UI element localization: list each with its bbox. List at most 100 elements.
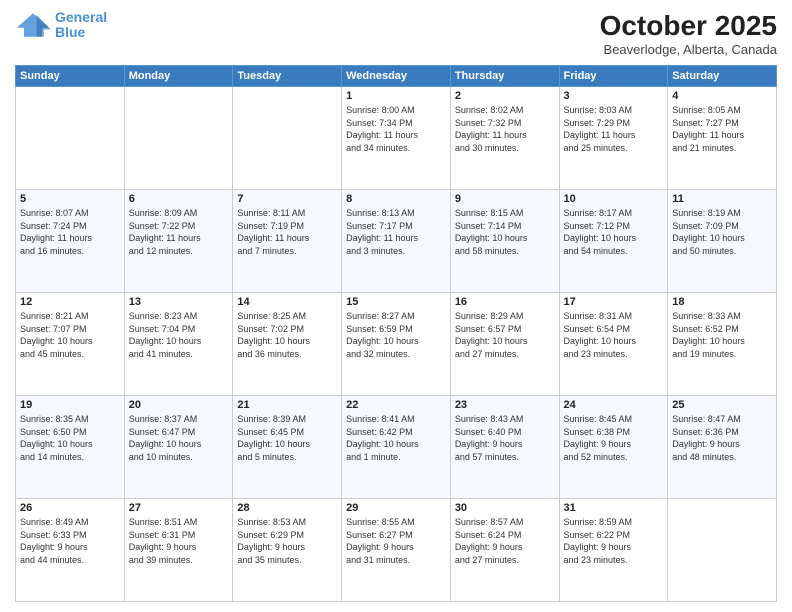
day-info: Sunrise: 8:23 AM Sunset: 7:04 PM Dayligh…	[129, 310, 229, 360]
empty-cell	[233, 87, 342, 190]
empty-cell	[668, 499, 777, 602]
day-number: 28	[237, 502, 337, 514]
day-info: Sunrise: 8:35 AM Sunset: 6:50 PM Dayligh…	[20, 413, 120, 463]
calendar-day-30: 30Sunrise: 8:57 AM Sunset: 6:24 PM Dayli…	[450, 499, 559, 602]
day-number: 20	[129, 399, 229, 411]
day-info: Sunrise: 8:02 AM Sunset: 7:32 PM Dayligh…	[455, 104, 555, 154]
day-number: 4	[672, 90, 772, 102]
day-number: 22	[346, 399, 446, 411]
day-info: Sunrise: 8:27 AM Sunset: 6:59 PM Dayligh…	[346, 310, 446, 360]
calendar-day-23: 23 Sunrise: 8:43 AM Sunset: 6:40 PM Dayli…	[450, 396, 559, 499]
calendar-week-1: 1 Sunrise: 8:00 AM Sunset: 7:34 PM Daylig…	[16, 87, 777, 190]
day-number: 15	[346, 296, 446, 308]
month-title: October 2025	[600, 10, 777, 42]
day-info: Sunrise: 8:37 AM Sunset: 6:47 PM Dayligh…	[129, 413, 229, 463]
day-info: Sunrise: 8:55 AM Sunset: 6:27 PM Dayligh…	[346, 516, 446, 566]
day-info: Sunrise: 8:31 AM Sunset: 6:54 PM Dayligh…	[564, 310, 664, 360]
day-info: Sunrise: 8:21 AM Sunset: 7:07 PM Dayligh…	[20, 310, 120, 360]
logo-icon	[15, 11, 51, 39]
page: General Blue October 2025 Beaverlodge, A…	[0, 0, 792, 612]
calendar-day-18: 18 Sunrise: 8:33 AM Sunset: 6:52 PM Dayli…	[668, 293, 777, 396]
calendar-week-3: 12 Sunrise: 8:21 AM Sunset: 7:07 PM Dayli…	[16, 293, 777, 396]
day-number: 14	[237, 296, 337, 308]
calendar-day-17: 17 Sunrise: 8:31 AM Sunset: 6:54 PM Dayli…	[559, 293, 668, 396]
day-number: 19	[20, 399, 120, 411]
calendar-day-21: 21 Sunrise: 8:39 AM Sunset: 6:45 PM Dayli…	[233, 396, 342, 499]
day-number: 18	[672, 296, 772, 308]
day-info: Sunrise: 8:05 AM Sunset: 7:27 PM Dayligh…	[672, 104, 772, 154]
day-number: 23	[455, 399, 555, 411]
day-number: 13	[129, 296, 229, 308]
weekday-header-thursday: Thursday	[450, 66, 559, 87]
calendar-day-24: 24 Sunrise: 8:45 AM Sunset: 6:38 PM Dayli…	[559, 396, 668, 499]
weekday-header-row: SundayMondayTuesdayWednesdayThursdayFrid…	[16, 66, 777, 87]
weekday-header-tuesday: Tuesday	[233, 66, 342, 87]
calendar-day-7: 7 Sunrise: 8:11 AM Sunset: 7:19 PM Daylig…	[233, 190, 342, 293]
day-info: Sunrise: 8:51 AM Sunset: 6:31 PM Dayligh…	[129, 516, 229, 566]
day-number: 26	[20, 502, 120, 514]
day-info: Sunrise: 8:39 AM Sunset: 6:45 PM Dayligh…	[237, 413, 337, 463]
day-info: Sunrise: 8:33 AM Sunset: 6:52 PM Dayligh…	[672, 310, 772, 360]
day-info: Sunrise: 8:43 AM Sunset: 6:40 PM Dayligh…	[455, 413, 555, 463]
day-info: Sunrise: 8:00 AM Sunset: 7:34 PM Dayligh…	[346, 104, 446, 154]
weekday-header-monday: Monday	[124, 66, 233, 87]
day-info: Sunrise: 8:13 AM Sunset: 7:17 PM Dayligh…	[346, 207, 446, 257]
day-info: Sunrise: 8:17 AM Sunset: 7:12 PM Dayligh…	[564, 207, 664, 257]
day-number: 7	[237, 193, 337, 205]
calendar-week-2: 5 Sunrise: 8:07 AM Sunset: 7:24 PM Daylig…	[16, 190, 777, 293]
calendar-day-4: 4 Sunrise: 8:05 AM Sunset: 7:27 PM Daylig…	[668, 87, 777, 190]
calendar-day-3: 3 Sunrise: 8:03 AM Sunset: 7:29 PM Daylig…	[559, 87, 668, 190]
day-info: Sunrise: 8:53 AM Sunset: 6:29 PM Dayligh…	[237, 516, 337, 566]
calendar-day-29: 29 Sunrise: 8:55 AM Sunset: 6:27 PM Dayli…	[342, 499, 451, 602]
day-number: 6	[129, 193, 229, 205]
header: General Blue October 2025 Beaverlodge, A…	[15, 10, 777, 57]
day-number: 2	[455, 90, 555, 102]
calendar-day-12: 12 Sunrise: 8:21 AM Sunset: 7:07 PM Dayli…	[16, 293, 125, 396]
calendar-day-20: 20 Sunrise: 8:37 AM Sunset: 6:47 PM Dayli…	[124, 396, 233, 499]
day-number: 3	[564, 90, 664, 102]
calendar-day-2: 2 Sunrise: 8:02 AM Sunset: 7:32 PM Daylig…	[450, 87, 559, 190]
day-info: Sunrise: 8:29 AM Sunset: 6:57 PM Dayligh…	[455, 310, 555, 360]
calendar-day-13: 13 Sunrise: 8:23 AM Sunset: 7:04 PM Dayli…	[124, 293, 233, 396]
day-number: 27	[129, 502, 229, 514]
calendar-day-11: 11 Sunrise: 8:19 AM Sunset: 7:09 PM Dayli…	[668, 190, 777, 293]
day-info: Sunrise: 8:19 AM Sunset: 7:09 PM Dayligh…	[672, 207, 772, 257]
logo-blue: Blue	[55, 24, 85, 40]
empty-cell	[124, 87, 233, 190]
calendar-day-1: 1 Sunrise: 8:00 AM Sunset: 7:34 PM Daylig…	[342, 87, 451, 190]
day-number: 9	[455, 193, 555, 205]
day-info: Sunrise: 8:41 AM Sunset: 6:42 PM Dayligh…	[346, 413, 446, 463]
day-number: 30	[455, 502, 555, 514]
calendar-day-5: 5 Sunrise: 8:07 AM Sunset: 7:24 PM Daylig…	[16, 190, 125, 293]
day-info: Sunrise: 8:09 AM Sunset: 7:22 PM Dayligh…	[129, 207, 229, 257]
day-info: Sunrise: 8:45 AM Sunset: 6:38 PM Dayligh…	[564, 413, 664, 463]
calendar-day-25: 25 Sunrise: 8:47 AM Sunset: 6:36 PM Dayli…	[668, 396, 777, 499]
day-number: 10	[564, 193, 664, 205]
empty-cell	[16, 87, 125, 190]
calendar-day-22: 22 Sunrise: 8:41 AM Sunset: 6:42 PM Dayli…	[342, 396, 451, 499]
day-number: 17	[564, 296, 664, 308]
calendar-day-28: 28 Sunrise: 8:53 AM Sunset: 6:29 PM Dayli…	[233, 499, 342, 602]
day-number: 5	[20, 193, 120, 205]
day-info: Sunrise: 8:59 AM Sunset: 6:22 PM Dayligh…	[564, 516, 664, 566]
day-number: 25	[672, 399, 772, 411]
day-info: Sunrise: 8:47 AM Sunset: 6:36 PM Dayligh…	[672, 413, 772, 463]
day-number: 1	[346, 90, 446, 102]
day-info: Sunrise: 8:11 AM Sunset: 7:19 PM Dayligh…	[237, 207, 337, 257]
day-number: 11	[672, 193, 772, 205]
calendar-day-9: 9Sunrise: 8:15 AM Sunset: 7:14 PM Daylig…	[450, 190, 559, 293]
calendar-week-5: 26Sunrise: 8:49 AM Sunset: 6:33 PM Dayli…	[16, 499, 777, 602]
day-number: 21	[237, 399, 337, 411]
weekday-header-sunday: Sunday	[16, 66, 125, 87]
weekday-header-wednesday: Wednesday	[342, 66, 451, 87]
day-info: Sunrise: 8:07 AM Sunset: 7:24 PM Dayligh…	[20, 207, 120, 257]
calendar-day-26: 26Sunrise: 8:49 AM Sunset: 6:33 PM Dayli…	[16, 499, 125, 602]
day-number: 24	[564, 399, 664, 411]
day-number: 29	[346, 502, 446, 514]
calendar-day-19: 19 Sunrise: 8:35 AM Sunset: 6:50 PM Dayli…	[16, 396, 125, 499]
title-block: October 2025 Beaverlodge, Alberta, Canad…	[600, 10, 777, 57]
day-info: Sunrise: 8:03 AM Sunset: 7:29 PM Dayligh…	[564, 104, 664, 154]
calendar-day-10: 10 Sunrise: 8:17 AM Sunset: 7:12 PM Dayli…	[559, 190, 668, 293]
day-number: 12	[20, 296, 120, 308]
calendar-day-15: 15 Sunrise: 8:27 AM Sunset: 6:59 PM Dayli…	[342, 293, 451, 396]
